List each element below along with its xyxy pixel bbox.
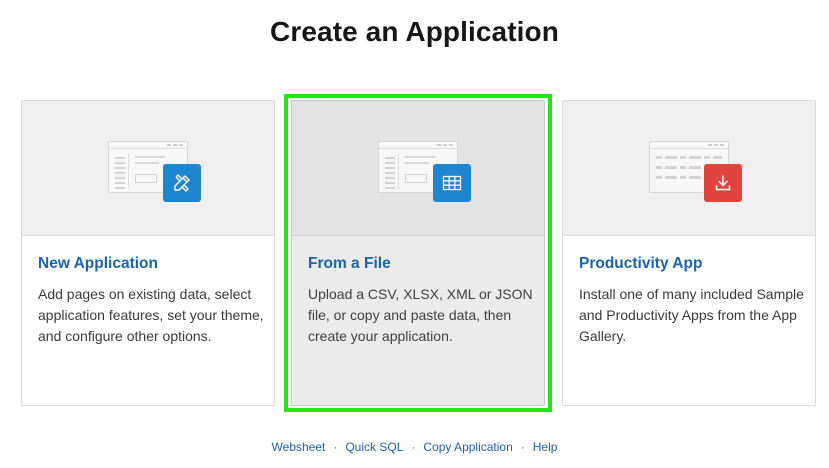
quick-sql-link[interactable]: Quick SQL: [345, 440, 403, 454]
footer-links: Websheet · Quick SQL · Copy Application · Help: [0, 440, 829, 454]
websheet-link[interactable]: Websheet: [272, 440, 326, 454]
table-grid-icon: [433, 164, 471, 202]
productivity-app-illustration: [649, 141, 742, 203]
card-description: Add pages on existing data, select appli…: [38, 286, 264, 344]
card-illustration-area: [563, 101, 815, 236]
new-application-illustration: [108, 141, 201, 203]
link-separator: ·: [411, 440, 416, 454]
card-title: Productivity App: [579, 255, 703, 272]
from-a-file-card[interactable]: From a File Upload a CSV, XLSX, XML or J…: [291, 100, 545, 406]
productivity-app-card[interactable]: Productivity App Install one of many inc…: [562, 100, 816, 406]
copy-application-link[interactable]: Copy Application: [423, 440, 512, 454]
pencil-ruler-icon: [163, 164, 201, 202]
link-separator: ·: [333, 440, 338, 454]
from-a-file-illustration: [378, 141, 471, 203]
card-title: New Application: [38, 255, 158, 272]
new-application-card[interactable]: New Application Add pages on existing da…: [21, 100, 275, 406]
download-icon: [704, 164, 742, 202]
page-title: Create an Application: [270, 16, 559, 47]
card-description: Install one of many included Sample and …: [579, 286, 804, 344]
card-illustration-area: [292, 101, 544, 236]
help-link[interactable]: Help: [533, 440, 558, 454]
card-description: Upload a CSV, XLSX, XML or JSON file, or…: [308, 286, 533, 344]
link-separator: ·: [520, 440, 525, 454]
card-title: From a File: [308, 255, 391, 272]
card-illustration-area: [22, 101, 274, 236]
